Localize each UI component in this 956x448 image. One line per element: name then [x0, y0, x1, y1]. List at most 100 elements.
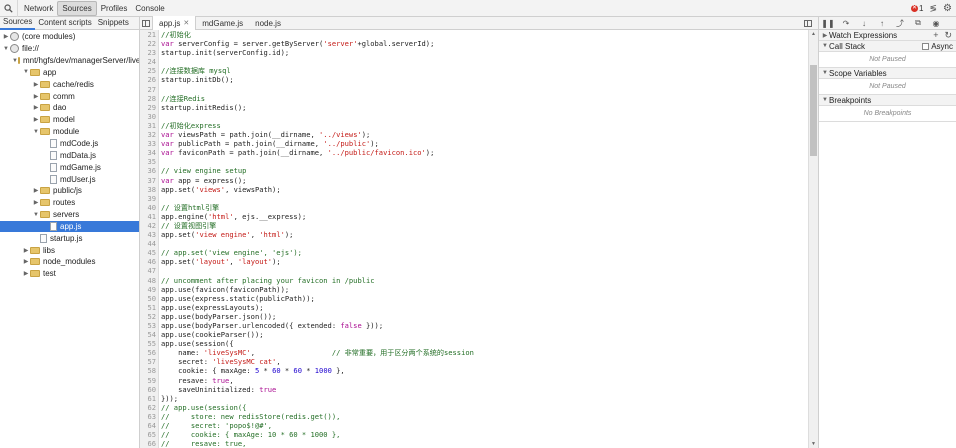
tree-file[interactable]: mdGame.js — [0, 161, 139, 173]
collapsed-triangle-icon[interactable]: ▶ — [22, 258, 30, 265]
tree-folder[interactable]: ▼ file:// — [0, 43, 139, 55]
line-number[interactable]: 60 — [140, 384, 159, 394]
line-number[interactable]: 52 — [140, 311, 159, 321]
line-number[interactable]: 49 — [140, 284, 159, 294]
tab-sources[interactable]: Sources — [57, 0, 97, 16]
line-number[interactable]: 55 — [140, 339, 159, 349]
collapsed-triangle-icon[interactable]: ▶ — [32, 81, 40, 88]
tree-folder[interactable]: ▼ mnt/hgfs/dev/managerServer/live — [0, 55, 139, 67]
line-number[interactable]: 53 — [140, 321, 159, 331]
add-expression-icon[interactable]: + — [933, 30, 938, 41]
line-number[interactable]: 64 — [140, 421, 159, 431]
tree-file[interactable]: mdData.js — [0, 149, 139, 161]
editor-tab-app-js[interactable]: app.js ✕ — [152, 16, 197, 30]
collapsed-triangle-icon[interactable]: ▶ — [32, 104, 40, 111]
line-number[interactable]: 23 — [140, 48, 159, 58]
collapsed-triangle-icon[interactable]: ▶ — [32, 93, 40, 100]
toggle-debugger-icon[interactable] — [802, 17, 814, 29]
line-number[interactable]: 62 — [140, 402, 159, 412]
line-number[interactable]: 44 — [140, 239, 159, 249]
line-number[interactable]: 61 — [140, 393, 159, 403]
pause-on-exceptions-icon[interactable]: ⧉ — [913, 18, 923, 28]
tree-folder[interactable]: ▶ libs — [0, 244, 139, 256]
line-number[interactable]: 56 — [140, 348, 159, 358]
line-number[interactable]: 45 — [140, 248, 159, 258]
tree-file[interactable]: mdCode.js — [0, 138, 139, 150]
pause-icon[interactable]: ❚❚ — [821, 18, 834, 28]
step-over-icon[interactable]: ↷ — [841, 18, 851, 28]
watch-expressions-header[interactable]: ▶ Watch Expressions + ↻ — [819, 30, 956, 41]
line-number[interactable]: 39 — [140, 193, 159, 203]
tree-folder[interactable]: ▼ app — [0, 67, 139, 79]
tree-folder[interactable]: ▶ (core modules) — [0, 31, 139, 43]
tree-file[interactable]: mdUser.js — [0, 173, 139, 185]
line-number[interactable]: 33 — [140, 139, 159, 149]
expanded-triangle-icon[interactable]: ▼ — [2, 46, 10, 52]
line-number[interactable]: 21 — [140, 30, 159, 40]
tab-network[interactable]: Network — [20, 0, 57, 17]
step-into-icon[interactable]: ↓ — [859, 18, 869, 28]
line-number[interactable]: 31 — [140, 120, 159, 131]
line-number[interactable]: 38 — [140, 184, 159, 194]
collapsed-triangle-icon[interactable]: ▶ — [32, 116, 40, 123]
line-number[interactable]: 36 — [140, 166, 159, 176]
error-counter[interactable]: ✕ 1 — [911, 4, 923, 13]
tree-folder[interactable]: ▶ public/js — [0, 185, 139, 197]
tab-profiles[interactable]: Profiles — [97, 0, 132, 17]
tree-folder[interactable]: ▼ module — [0, 126, 139, 138]
toggle-navigator-icon[interactable] — [140, 17, 152, 29]
line-number[interactable]: 24 — [140, 57, 159, 67]
line-number[interactable]: 37 — [140, 175, 159, 185]
tab-console[interactable]: Console — [131, 0, 168, 17]
line-number[interactable]: 40 — [140, 202, 159, 212]
line-number[interactable]: 34 — [140, 148, 159, 158]
line-number[interactable]: 27 — [140, 84, 159, 94]
line-number[interactable]: 59 — [140, 375, 159, 385]
scroll-up-icon[interactable]: ▲ — [810, 31, 817, 37]
line-number[interactable]: 29 — [140, 102, 159, 112]
collapsed-triangle-icon[interactable]: ▶ — [32, 187, 40, 194]
scope-variables-header[interactable]: ▼ Scope Variables — [819, 68, 956, 79]
call-stack-header[interactable]: ▼ Call Stack Async — [819, 41, 956, 52]
editor-tab-node-js[interactable]: node.js — [249, 17, 287, 30]
line-number[interactable]: 35 — [140, 157, 159, 167]
line-number[interactable]: 63 — [140, 411, 159, 422]
console-drawer-icon[interactable]: ≶ — [929, 3, 937, 14]
deactivate-breakpoints-icon[interactable]: ⤴ — [895, 18, 905, 28]
breakpoints-header[interactable]: ▼ Breakpoints — [819, 95, 956, 106]
tree-file[interactable]: app.js — [0, 220, 139, 233]
line-number[interactable]: 30 — [140, 111, 159, 121]
collapsed-triangle-icon[interactable]: ▶ — [32, 199, 40, 206]
expanded-triangle-icon[interactable]: ▼ — [22, 69, 30, 75]
collapsed-triangle-icon[interactable]: ▶ — [2, 33, 10, 40]
gear-icon[interactable]: ⚙ — [943, 3, 952, 14]
tree-folder[interactable]: ▶ model — [0, 114, 139, 126]
tree-folder[interactable]: ▶ comm — [0, 90, 139, 102]
line-number[interactable]: 58 — [140, 366, 159, 376]
tree-folder[interactable]: ▼ servers — [0, 209, 139, 221]
line-number[interactable]: 66 — [140, 439, 159, 448]
async-toggle[interactable]: Async — [922, 42, 956, 51]
scroll-down-icon[interactable]: ▼ — [810, 441, 817, 447]
editor-scrollbar[interactable]: ▲ ▼ — [808, 30, 818, 448]
line-number[interactable]: 42 — [140, 220, 159, 231]
navigator-tab-sources[interactable]: Sources — [0, 16, 36, 30]
line-number[interactable]: 43 — [140, 230, 159, 240]
navigator-tab-snippets[interactable]: Snippets — [95, 17, 132, 29]
expanded-triangle-icon[interactable]: ▼ — [32, 212, 40, 218]
line-number[interactable]: 46 — [140, 257, 159, 267]
line-number[interactable]: 51 — [140, 302, 159, 312]
line-number[interactable]: 65 — [140, 430, 159, 440]
tree-folder[interactable]: ▶ test — [0, 268, 139, 280]
line-number[interactable]: 57 — [140, 357, 159, 367]
search-icon[interactable] — [0, 0, 18, 17]
tree-folder[interactable]: ▶ cache/redis — [0, 78, 139, 90]
line-number[interactable]: 25 — [140, 66, 159, 76]
tree-folder[interactable]: ▶ dao — [0, 102, 139, 114]
line-number[interactable]: 48 — [140, 275, 159, 285]
line-number[interactable]: 41 — [140, 211, 159, 221]
tree-file[interactable]: startup.js — [0, 232, 139, 244]
navigator-tab-content-scripts[interactable]: Content scripts — [35, 17, 94, 29]
stop-icon[interactable]: ◉ — [931, 18, 941, 28]
collapsed-triangle-icon[interactable]: ▶ — [22, 270, 30, 277]
